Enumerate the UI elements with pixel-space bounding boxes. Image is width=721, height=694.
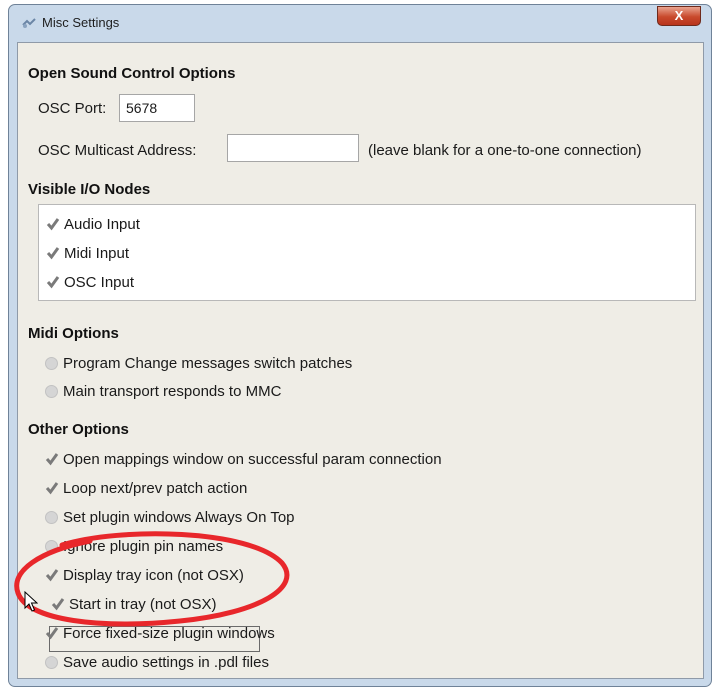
option-label: Save audio settings in .pdl files [63, 653, 269, 671]
option-label: Program Change messages switch patches [63, 354, 353, 372]
io-item-audio-input[interactable]: Audio Input [46, 212, 140, 236]
io-section-title: Visible I/O Nodes [28, 181, 151, 198]
other-option-loop-patch[interactable]: Loop next/prev patch action [45, 476, 247, 500]
osc-port-input[interactable]: 5678 [119, 94, 195, 122]
unchecked-box-icon[interactable] [45, 384, 58, 398]
other-option-save-audio-settings[interactable]: Save audio settings in .pdl files [45, 650, 269, 674]
unchecked-box-icon[interactable] [45, 510, 58, 524]
io-item-label: Midi Input [64, 244, 130, 262]
checkmark-icon[interactable] [45, 481, 59, 495]
checkmark-icon[interactable] [46, 217, 60, 231]
io-item-midi-input[interactable]: Midi Input [46, 241, 129, 265]
unchecked-box-icon[interactable] [45, 356, 58, 370]
mouse-cursor-icon [24, 591, 38, 612]
io-item-osc-input[interactable]: OSC Input [46, 270, 134, 294]
io-nodes-list: Audio Input Midi Input OSC Input [38, 204, 696, 301]
midi-option-mmc[interactable]: Main transport responds to MMC [45, 379, 281, 403]
title-bar[interactable]: Misc Settings X [9, 5, 711, 39]
osc-multicast-hint: (leave blank for a one-to-one connection… [368, 142, 642, 159]
midi-option-program-change[interactable]: Program Change messages switch patches [45, 351, 352, 375]
osc-port-label: OSC Port: [38, 100, 107, 117]
other-section-title: Other Options [28, 421, 129, 438]
annotation-ellipse [14, 531, 290, 627]
midi-section-title: Midi Options [28, 325, 119, 342]
io-item-label: OSC Input [64, 273, 135, 291]
osc-multicast-label: OSC Multicast Address: [38, 142, 197, 159]
osc-multicast-input[interactable] [227, 134, 359, 162]
other-option-open-mappings[interactable]: Open mappings window on successful param… [45, 447, 442, 471]
osc-section-title: Open Sound Control Options [28, 65, 236, 82]
app-icon [22, 18, 36, 28]
window-title: Misc Settings [42, 15, 120, 30]
option-label: Open mappings window on successful param… [63, 450, 442, 468]
option-label: Main transport responds to MMC [63, 382, 282, 400]
io-item-label: Audio Input [64, 215, 140, 233]
option-label: Set plugin windows Always On Top [63, 508, 295, 526]
checkmark-icon[interactable] [46, 275, 60, 289]
checkmark-icon[interactable] [45, 452, 59, 466]
close-button[interactable]: X [657, 6, 701, 26]
unchecked-box-icon[interactable] [45, 655, 58, 669]
checkmark-icon[interactable] [46, 246, 60, 260]
option-label: Loop next/prev patch action [63, 479, 248, 497]
